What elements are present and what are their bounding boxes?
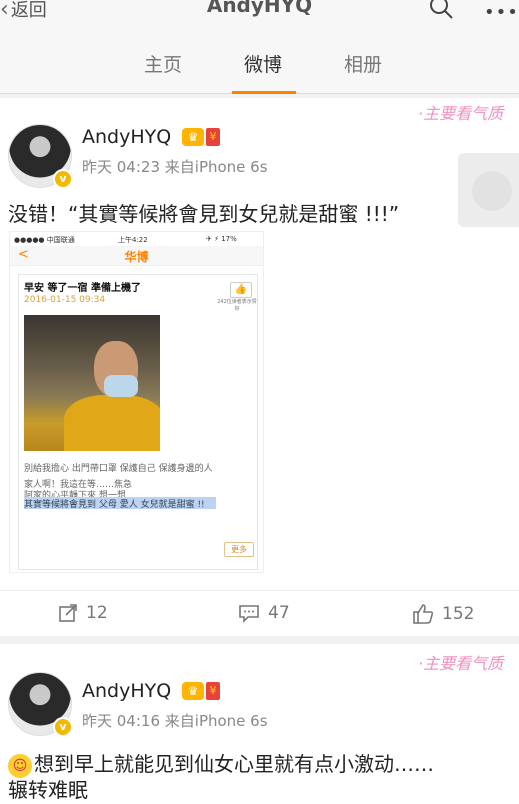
- verified-badge-icon: v: [53, 717, 73, 737]
- post-username[interactable]: AndyHYQ: [82, 126, 171, 148]
- embedded-line: 別給我擔心 出門帶口罩 保護自己 保護身邊的人: [24, 464, 213, 474]
- post-source: 来自iPhone 6s: [164, 158, 268, 176]
- thumbs-up-icon: 👍: [230, 282, 252, 298]
- repost-button[interactable]: 12: [58, 603, 108, 623]
- verified-badge-icon: v: [53, 169, 73, 189]
- avatar[interactable]: v: [8, 672, 73, 737]
- phone-status-bar: ●●●●● 中国联通 上午4:22 ✈ ⚡ 17%: [10, 232, 263, 246]
- post-username[interactable]: AndyHYQ: [82, 680, 171, 702]
- avatar[interactable]: v: [8, 124, 73, 189]
- embedded-nav: < 华博: [10, 246, 263, 266]
- post-text: 想到早上就能见到仙女心里就有点小激动……: [34, 752, 434, 776]
- embedded-more-button: 更多: [224, 542, 254, 557]
- tab-home[interactable]: 主页: [144, 50, 182, 77]
- vip-crown-icon: ♛: [182, 682, 204, 700]
- thumbs-up-icon: [413, 604, 434, 624]
- embedded-line: 其實等候將會見到 父母 愛人 女兒就是甜蜜 !!: [24, 500, 205, 510]
- embedded-card-title: 早安 等了一宿 準備上機了: [24, 283, 141, 294]
- repost-count: 12: [86, 603, 108, 623]
- post-action-bar: 12 47 152: [0, 590, 519, 636]
- post-image[interactable]: ●●●●● 中国联通 上午4:22 ✈ ⚡ 17% < 华博 早安 等了一宿 準…: [9, 231, 264, 573]
- status-carrier: ●●●●● 中国联通: [14, 236, 75, 244]
- comment-button[interactable]: 47: [238, 603, 290, 623]
- top-nav-bar: ‹ 返回 AndyHYQ •••: [0, 0, 519, 28]
- post-time: 昨天 04:16: [82, 712, 160, 730]
- embedded-card-date: 2016-01-15 09:34: [24, 295, 106, 305]
- more-options-button[interactable]: •••: [484, 2, 519, 23]
- embedded-like-text: 242位读者表示赞好: [217, 299, 257, 312]
- watermark: ·主要看气质: [418, 654, 504, 673]
- status-time: 上午4:22: [118, 236, 148, 244]
- post-time: 昨天 04:23: [82, 158, 160, 176]
- status-battery: ✈ ⚡ 17%: [206, 235, 237, 243]
- embedded-photo: [24, 315, 160, 451]
- vip-crown-icon: ♛: [182, 128, 204, 146]
- repost-icon: [59, 604, 77, 622]
- tab-album[interactable]: 相册: [344, 50, 382, 77]
- profile-tabs: 主页 微博 相册: [0, 28, 519, 94]
- embedded-card: 早安 等了一宿 準備上機了 2016-01-15 09:34 👍 242位读者表…: [18, 274, 258, 570]
- red-envelope-icon: ¥: [206, 128, 220, 146]
- comment-icon: [239, 605, 259, 623]
- weibo-post: v AndyHYQ ♛ ¥ 昨天 04:16 来自iPhone 6s ·主要看气…: [0, 644, 519, 804]
- post-text: 没错！“其實等候將會見到女兒就是甜蜜 !!!”: [8, 202, 400, 226]
- weibo-post: v AndyHYQ ♛ ¥ 昨天 04:23 来自iPhone 6s ·主要看气…: [0, 98, 519, 636]
- post-text: 辗转难眠: [8, 778, 88, 802]
- red-envelope-icon: ¥: [206, 682, 220, 700]
- tab-weibo[interactable]: 微博: [244, 50, 282, 77]
- comment-count: 47: [268, 603, 290, 623]
- active-tab-indicator: [232, 91, 296, 94]
- embedded-title: 华博: [124, 250, 149, 264]
- like-count: 152: [442, 604, 475, 624]
- search-icon[interactable]: [428, 0, 454, 20]
- post-source: 来自iPhone 6s: [164, 712, 268, 730]
- follow-widget[interactable]: [458, 153, 519, 227]
- watermark: ·主要看气质: [418, 104, 504, 123]
- like-button[interactable]: 152: [412, 603, 474, 625]
